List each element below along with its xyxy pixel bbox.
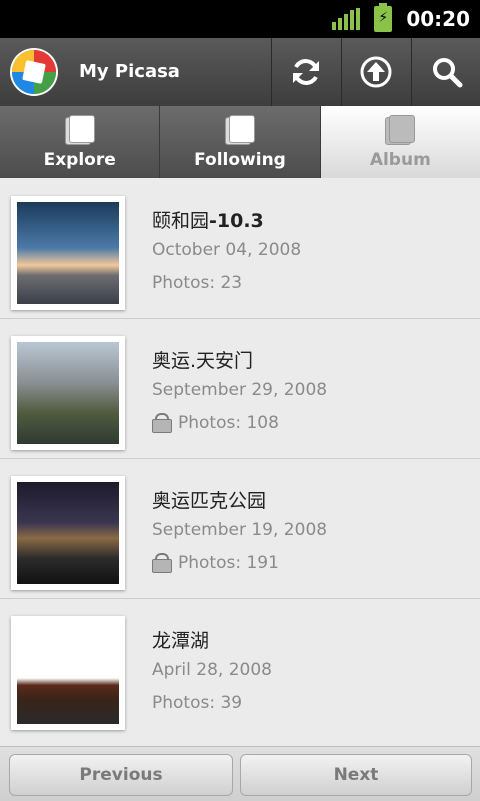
album-name: 颐和园-10.3 [152, 210, 264, 232]
album-thumbnail [11, 476, 125, 590]
album-item[interactable]: 龙潭湖 April 28, 2008 Photos: 39 [0, 598, 480, 738]
album-photo [17, 482, 119, 584]
album-item[interactable]: 颐和园-10.3 October 04, 2008 Photos: 23 [0, 178, 480, 319]
status-bar: ⚡ 00:20 [0, 0, 480, 38]
title-bar: My Picasa [0, 38, 480, 106]
signal-strength-icon [332, 8, 361, 30]
next-button[interactable]: Next [240, 754, 472, 796]
refresh-icon [293, 59, 319, 85]
previous-button[interactable]: Previous [9, 754, 233, 796]
tab-album-label: Album [369, 150, 431, 170]
album-name: 奥运匹克公园 [152, 490, 267, 512]
tab-explore-label: Explore [43, 150, 116, 170]
tab-bar: Explore Following Album [0, 106, 480, 178]
lock-icon [152, 413, 172, 433]
album-name: 龙潭湖 [152, 630, 210, 652]
album-photo [17, 342, 119, 444]
tab-album[interactable]: Album [320, 106, 480, 178]
search-button[interactable] [411, 38, 480, 106]
album-thumbnail [11, 336, 125, 450]
tab-explore[interactable]: Explore [0, 106, 161, 178]
explore-icon [64, 115, 95, 145]
battery-charging-icon: ⚡ [374, 3, 393, 32]
album-photo-count: Photos: 108 [152, 413, 279, 433]
upload-button[interactable] [341, 38, 410, 106]
album-date: April 28, 2008 [152, 660, 272, 680]
lock-icon [152, 553, 172, 573]
pagination-bar: Previous Next [0, 746, 480, 801]
album-thumbnail [11, 196, 125, 310]
album-list: 颐和园-10.3 October 04, 2008 Photos: 23 奥运.… [0, 178, 480, 746]
album-photo-count: Photos: 191 [152, 553, 279, 573]
album-item[interactable]: 奥运匹克公园 September 19, 2008 Photos: 191 [0, 458, 480, 599]
album-date: October 04, 2008 [152, 240, 302, 260]
album-icon [385, 115, 416, 145]
album-photo [17, 622, 119, 724]
status-clock: 00:20 [406, 7, 470, 31]
tab-following[interactable]: Following [160, 106, 321, 178]
album-thumbnail [11, 616, 125, 730]
refresh-button[interactable] [271, 38, 340, 106]
tab-following-label: Following [194, 150, 286, 170]
album-photo-count: Photos: 39 [152, 693, 243, 713]
status-icons: ⚡ 00:20 [332, 0, 470, 38]
app-title: My Picasa [79, 61, 180, 82]
upload-icon [360, 56, 392, 88]
album-item[interactable]: 奥运.天安门 September 29, 2008 Photos: 108 [0, 318, 480, 459]
picasa-logo-icon[interactable] [12, 50, 56, 94]
album-photo [17, 202, 119, 304]
search-icon [432, 58, 462, 88]
album-date: September 29, 2008 [152, 380, 328, 400]
following-icon [224, 115, 255, 145]
album-date: September 19, 2008 [152, 520, 328, 540]
album-name: 奥运.天安门 [152, 350, 254, 372]
album-photo-count: Photos: 23 [152, 273, 243, 293]
